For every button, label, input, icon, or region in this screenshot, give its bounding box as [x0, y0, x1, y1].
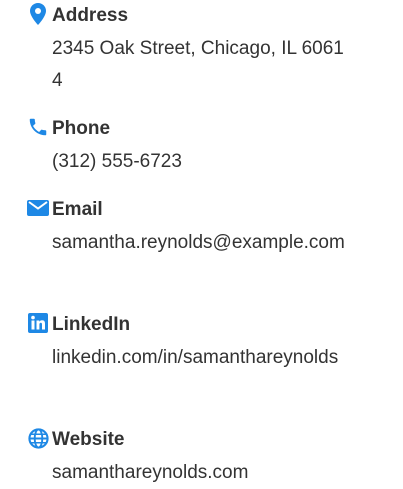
- envelope-icon: [27, 197, 49, 219]
- email-link[interactable]: samantha.reynolds@example.com: [52, 227, 352, 259]
- linkedin-icon: [27, 312, 49, 334]
- globe-icon: [27, 427, 49, 449]
- linkedin-label: LinkedIn: [52, 314, 131, 335]
- address-label: Address: [52, 5, 129, 26]
- phone-link[interactable]: (312) 555-6723: [52, 146, 352, 178]
- website-label: Website: [52, 429, 125, 450]
- email-label: Email: [52, 199, 103, 220]
- website-link[interactable]: samanthareynolds.com: [52, 457, 352, 489]
- address-value: 2345 Oak Street, Chicago, IL 60614: [52, 38, 344, 91]
- phone-icon: [27, 116, 49, 138]
- phone-label: Phone: [52, 118, 111, 139]
- linkedin-link[interactable]: linkedin.com/in/samanthareynolds: [52, 342, 352, 374]
- map-pin-icon: [27, 3, 49, 25]
